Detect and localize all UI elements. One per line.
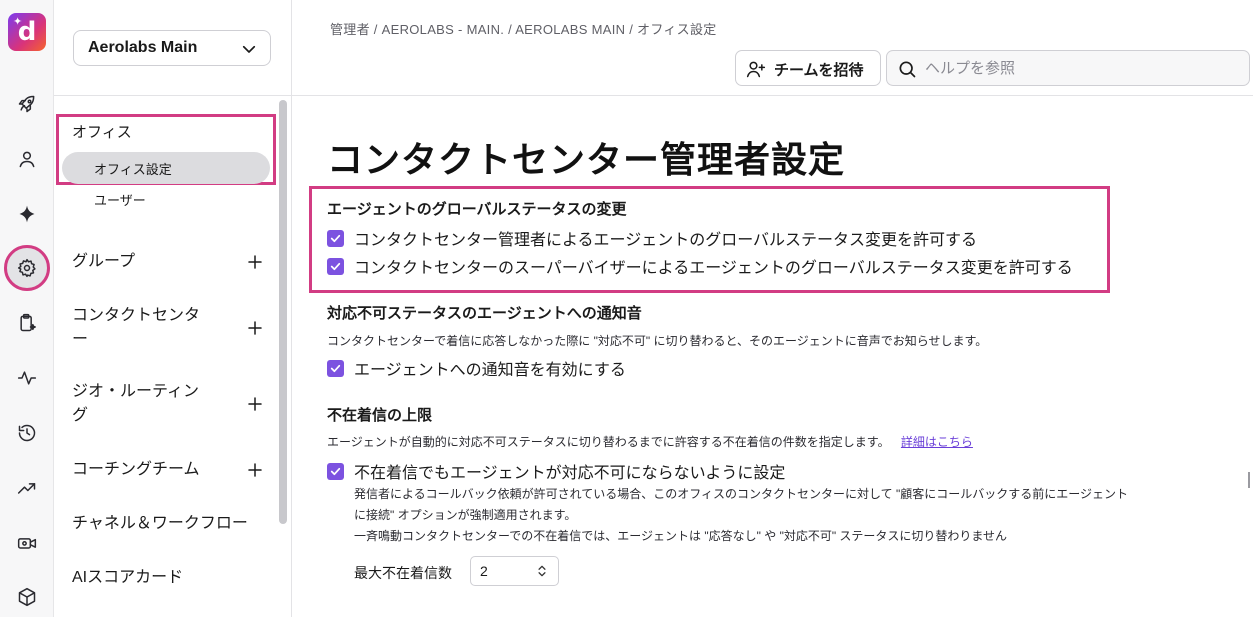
invite-team-button[interactable]: チームを招待 [735, 50, 881, 86]
option-supervisor-global-status[interactable]: コンタクトセンターのスーパーバイザーによるエージェントのグローバルステータス変更… [327, 255, 1073, 277]
invite-team-label: チームを招待 [774, 62, 864, 79]
sidebar-item-channels-workflows[interactable]: チャネル＆ワークフロー [72, 512, 268, 536]
help-search[interactable] [886, 50, 1250, 86]
checkbox-label: エージェントへの通知音を有効にする [354, 362, 626, 379]
sidebar-item-users[interactable]: ユーザー [94, 190, 146, 209]
plus-icon[interactable] [246, 461, 264, 479]
chevron-up-down-icon[interactable] [535, 564, 549, 578]
checkbox-label: コンタクトセンターのスーパーバイザーによるエージェントのグローバルステータス変更… [354, 260, 1073, 277]
sidebar-item-office-settings[interactable]: オフィス設定 [62, 152, 270, 184]
add-user-icon [746, 61, 766, 78]
user-icon[interactable] [13, 145, 41, 173]
history-icon[interactable] [13, 419, 41, 447]
clipboard-sparkle-icon[interactable] [13, 309, 41, 337]
max-missed-label: 最大不在着信数 [354, 565, 452, 581]
logo-letter: d [17, 17, 37, 47]
trending-icon[interactable] [13, 474, 41, 502]
sparkle-icon[interactable] [13, 200, 41, 228]
option-admin-global-status[interactable]: コンタクトセンター管理者によるエージェントのグローバルステータス変更を許可する [327, 227, 977, 249]
sidebar-item-groups[interactable]: グループ [72, 250, 268, 274]
option-help-text: 発信者によるコールバック依頼が許可されている場合、このオフィスのコンタクトセンタ… [354, 484, 1214, 547]
sidebar-item-geo-routing[interactable]: ジオ・ルーティング [72, 380, 268, 428]
main-content: コンタクトセンター管理者設定 エージェントのグローバルステータスの変更 コンタク… [292, 97, 1253, 617]
plus-icon[interactable] [246, 319, 264, 337]
breadcrumb[interactable]: 管理者 / AEROLABS - MAIN. / AEROLABS MAIN /… [330, 19, 717, 38]
plus-icon[interactable] [246, 395, 264, 413]
resize-handle[interactable] [1248, 472, 1250, 488]
sidebar-item-coaching-teams[interactable]: コーチングチーム [72, 458, 268, 482]
video-settings-icon[interactable] [13, 529, 41, 557]
option-help-line: 発信者によるコールバック依頼が許可されている場合、このオフィスのコンタクトセンタ… [354, 487, 1129, 501]
checkbox-label: 不在着信でもエージェントが対応不可にならないように設定 [354, 465, 786, 482]
sidebar-scrollbar[interactable] [279, 100, 287, 524]
chevron-down-icon [242, 45, 256, 53]
gear-icon[interactable] [4, 245, 50, 291]
checkbox-checked[interactable] [327, 359, 344, 377]
section-title-notify-sound: 対応不可ステータスのエージェントへの通知音 [327, 305, 642, 322]
stepper-value: 2 [480, 563, 488, 579]
sidebar-item-label: コーチングチーム [72, 461, 200, 478]
sidebar-item-label: グループ [72, 253, 136, 270]
learn-more-link[interactable]: 詳細はこちら [901, 435, 973, 449]
settings-sidebar: Aerolabs Main オフィス オフィス設定 ユーザー グループ コンタク… [54, 0, 292, 617]
section-desc-notify-sound: コンタクトセンターで着信に応答しなかった際に "対応不可" に切り替わると、その… [327, 334, 988, 348]
search-icon [899, 61, 916, 78]
option-never-unavailable[interactable]: 不在着信でもエージェントが対応不可にならないように設定 [327, 460, 785, 482]
checkbox-checked[interactable] [327, 257, 344, 275]
workspace-area: Aerolabs Main [54, 0, 292, 96]
sidebar-item-ai-scorecards[interactable]: AIスコアカード [72, 566, 268, 590]
workspace-select[interactable]: Aerolabs Main [73, 30, 271, 66]
checkbox-checked[interactable] [327, 462, 344, 480]
option-enable-notify-sound[interactable]: エージェントへの通知音を有効にする [327, 357, 626, 379]
sidebar-item-label: チャネル＆ワークフロー [72, 515, 248, 532]
page-title: コンタクトセンター管理者設定 [327, 140, 846, 181]
app-logo[interactable]: ✦ d [8, 13, 46, 51]
checkbox-label: コンタクトセンター管理者によるエージェントのグローバルステータス変更を許可する [354, 232, 978, 249]
option-help-line: 一斉鳴動コンタクトセンターでの不在着信では、エージェントは "応答なし" や "… [354, 529, 1008, 543]
sidebar-section-office[interactable]: オフィス [72, 121, 132, 142]
activity-icon[interactable] [13, 364, 41, 392]
checkbox-checked[interactable] [327, 229, 344, 247]
top-header: 管理者 / AEROLABS - MAIN. / AEROLABS MAIN /… [292, 0, 1253, 96]
sidebar-item-label: ジオ・ルーティング [72, 383, 200, 424]
sidebar-item-label: コンタクトセンター [72, 307, 201, 348]
section-title-missed-limit: 不在着信の上限 [327, 407, 433, 424]
option-help-line: に接続" オプションが強制適用されます。 [354, 508, 577, 522]
workspace-select-value: Aerolabs Main [88, 39, 198, 56]
cube-icon[interactable] [13, 583, 41, 611]
sidebar-item-label: AIスコアカード [72, 569, 184, 586]
section-title-global-status: エージェントのグローバルステータスの変更 [327, 201, 627, 218]
max-missed-stepper[interactable]: 2 [470, 556, 559, 586]
section-desc-missed-limit: エージェントが自動的に対応不可ステータスに切り替わるまでに許容する不在着信の件数… [327, 433, 973, 450]
sidebar-item-contact-center[interactable]: コンタクトセンター [72, 304, 268, 352]
rocket-icon[interactable] [13, 90, 41, 118]
section-desc-text: エージェントが自動的に対応不可ステータスに切り替わるまでに許容する不在着信の件数… [327, 435, 890, 449]
search-input[interactable] [925, 56, 1235, 80]
app-rail: ✦ d [0, 0, 54, 617]
plus-icon[interactable] [246, 253, 264, 271]
